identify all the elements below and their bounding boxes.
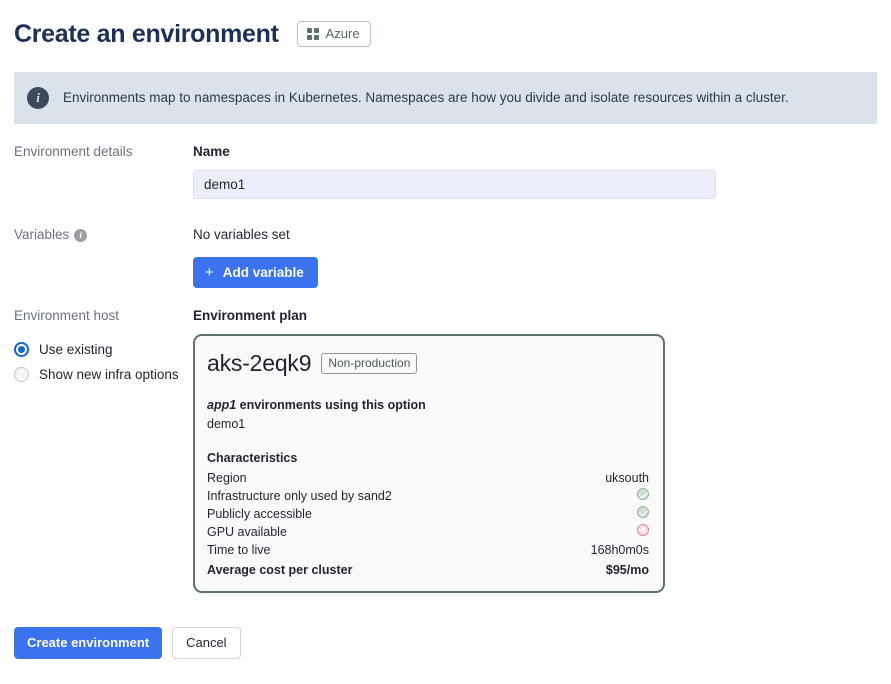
cloud-provider-label: Azure bbox=[325, 26, 360, 41]
characteristic-row: Time to live 168h0m0s bbox=[207, 541, 649, 559]
cross-icon bbox=[637, 523, 649, 541]
form-area: Environment details Name demo1 Variables… bbox=[0, 133, 891, 593]
environment-details-label: Environment details bbox=[0, 143, 193, 161]
add-variable-label: Add variable bbox=[222, 265, 304, 280]
page-header: Create an environment Azure bbox=[0, 0, 891, 56]
plan-usage-app: app1 bbox=[207, 398, 237, 412]
info-banner: i Environments map to namespaces in Kube… bbox=[14, 72, 877, 124]
characteristic-value: 168h0m0s bbox=[590, 542, 649, 557]
info-icon[interactable]: i bbox=[74, 228, 88, 242]
cancel-button[interactable]: Cancel bbox=[172, 627, 241, 659]
characteristic-row: Publicly accessible bbox=[207, 505, 649, 523]
characteristic-row: Infrastructure only used by sand2 bbox=[207, 487, 649, 505]
environment-host-label-text: Environment host bbox=[14, 308, 120, 323]
environment-host-label: Environment host bbox=[0, 307, 193, 325]
info-banner-text: Environments map to namespaces in Kubern… bbox=[63, 90, 789, 105]
characteristic-row: GPU available bbox=[207, 523, 649, 541]
characteristics-total-row: Average cost per cluster $95/mo bbox=[207, 561, 649, 579]
variables-row: Variables i No variables set + Add varia… bbox=[0, 226, 891, 288]
environment-host-row: Environment host Use existing Show new i… bbox=[0, 307, 891, 593]
environment-host-left: Environment host Use existing Show new i… bbox=[0, 307, 193, 387]
radio-show-new-infra[interactable]: Show new infra options bbox=[0, 362, 193, 387]
plan-card-header: aks-2eqk9 Non-production bbox=[207, 350, 649, 377]
create-environment-page: Create an environment Azure i Environmen… bbox=[0, 0, 891, 684]
variables-body: No variables set + Add variable bbox=[193, 226, 891, 288]
check-icon bbox=[637, 487, 649, 505]
characteristic-label: GPU available bbox=[207, 524, 287, 539]
characteristic-label: Infrastructure only used by sand2 bbox=[207, 488, 392, 503]
cross-icon bbox=[637, 523, 649, 536]
environment-plan-card[interactable]: aks-2eqk9 Non-production app1 environmen… bbox=[193, 334, 665, 593]
plus-icon: + bbox=[205, 264, 214, 281]
radio-icon-unselected[interactable] bbox=[14, 367, 29, 382]
create-environment-button[interactable]: Create environment bbox=[14, 627, 163, 659]
plan-tag: Non-production bbox=[321, 353, 418, 374]
environment-details-label-text: Environment details bbox=[14, 144, 133, 159]
plan-usage-suffix: environments using this option bbox=[236, 398, 426, 412]
characteristic-value: uksouth bbox=[605, 470, 649, 485]
characteristic-label: Publicly accessible bbox=[207, 506, 312, 521]
radio-show-new-infra-label: Show new infra options bbox=[39, 366, 179, 382]
environment-details-body: Name demo1 bbox=[193, 143, 891, 199]
environment-details-row: Environment details Name demo1 bbox=[0, 143, 891, 199]
cloud-provider-badge: Azure bbox=[296, 21, 371, 47]
page-title: Create an environment bbox=[14, 20, 279, 48]
characteristics-total-value: $95/mo bbox=[605, 562, 649, 577]
variables-label: Variables i bbox=[0, 226, 193, 244]
radio-use-existing[interactable]: Use existing bbox=[0, 337, 193, 362]
check-icon bbox=[637, 505, 649, 523]
grid-icon bbox=[306, 28, 319, 40]
environment-plan-body: Environment plan aks-2eqk9 Non-productio… bbox=[193, 307, 891, 593]
plan-name: aks-2eqk9 bbox=[207, 350, 312, 376]
check-icon bbox=[637, 505, 649, 518]
info-icon: i bbox=[27, 87, 49, 109]
check-icon bbox=[637, 487, 649, 500]
characteristic-label: Region bbox=[207, 470, 247, 485]
characteristic-label: Time to live bbox=[207, 542, 271, 557]
characteristics-list: Region uksouth Infrastructure only used by… bbox=[207, 469, 649, 559]
plan-usage-heading: app1 environments using this option bbox=[207, 397, 649, 413]
footer-actions: Create environment Cancel bbox=[14, 627, 241, 659]
characteristic-row: Region uksouth bbox=[207, 469, 649, 487]
environment-plan-heading: Environment plan bbox=[193, 308, 308, 323]
radio-icon-selected[interactable] bbox=[14, 342, 29, 357]
name-input[interactable]: demo1 bbox=[193, 170, 716, 199]
name-field-label: Name bbox=[193, 144, 230, 159]
plan-usage-values: demo1 bbox=[207, 417, 246, 431]
characteristics-total-label: Average cost per cluster bbox=[207, 562, 353, 577]
variables-empty-text: No variables set bbox=[193, 227, 290, 242]
characteristics-title: Characteristics bbox=[207, 451, 298, 465]
radio-use-existing-label: Use existing bbox=[39, 341, 113, 357]
add-variable-button[interactable]: + Add variable bbox=[193, 257, 318, 288]
variables-label-text: Variables bbox=[14, 227, 70, 242]
